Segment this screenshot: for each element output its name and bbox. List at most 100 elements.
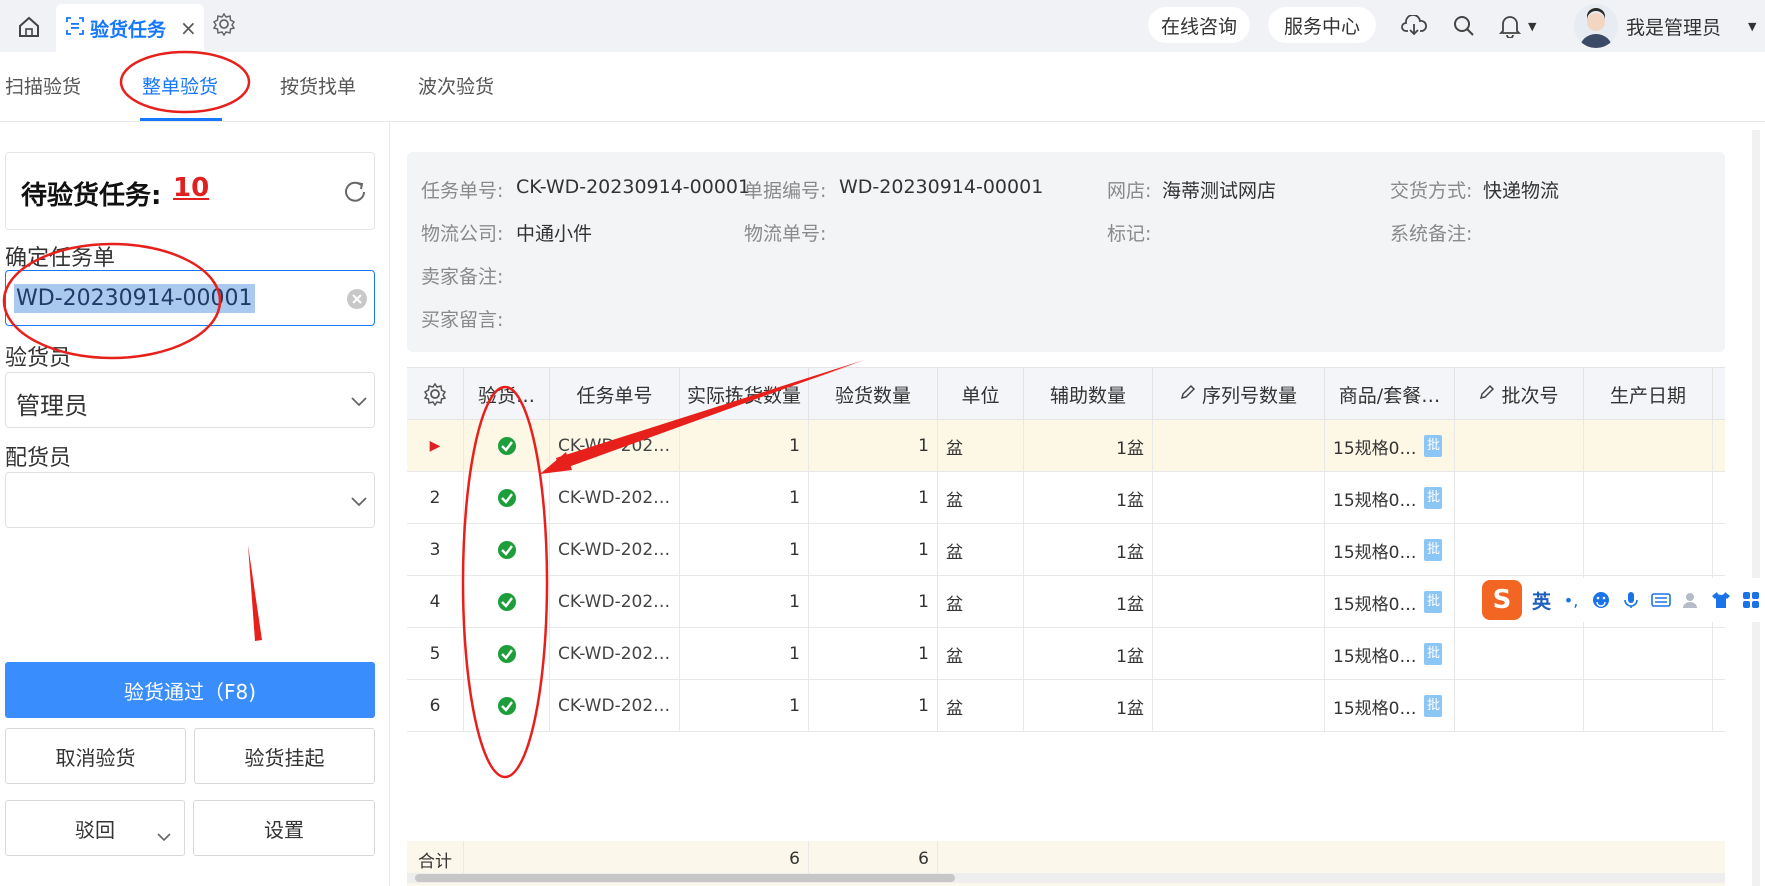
skin-icon[interactable]	[1711, 590, 1731, 610]
toolbox-icon[interactable]	[1741, 590, 1761, 610]
cell-serial-qty	[1153, 420, 1325, 472]
header-picked-qty[interactable]: 实际拣货数量	[680, 368, 809, 420]
cell-batch-no	[1455, 472, 1584, 524]
cell-unit: 盆	[938, 576, 1024, 628]
punctuation-icon[interactable]: •,	[1561, 590, 1581, 610]
table-row[interactable]: 2 CK-WD-202… 1 1 盆 1盆 15规格0… 批	[407, 472, 1725, 524]
header-batch-no[interactable]: 批次号	[1455, 368, 1584, 420]
suspend-inspection-button[interactable]: 验货挂起	[194, 728, 375, 784]
cell-task-no: CK-WD-202…	[550, 628, 680, 680]
product-name: 15规格0…	[1333, 646, 1417, 667]
cell-unit: 盆	[938, 524, 1024, 576]
refresh-icon[interactable]	[342, 179, 370, 207]
ime-language[interactable]: 英	[1532, 587, 1551, 614]
gear-icon[interactable]	[212, 12, 238, 38]
task-no-label: 任务单号:	[421, 180, 504, 202]
system-note-label: 系统备注:	[1390, 223, 1473, 245]
cell-batch-no	[1455, 524, 1584, 576]
user-menu-caret-icon[interactable]: ▼	[1748, 20, 1756, 33]
cloud-download-icon[interactable]	[1400, 12, 1428, 40]
task-number-value: WD-20230914-00001	[14, 283, 255, 313]
microphone-icon[interactable]	[1621, 590, 1641, 610]
scrollbar-thumb[interactable]	[415, 874, 955, 882]
cell-product: 15规格0… 批	[1325, 680, 1455, 732]
check-circle-icon	[464, 472, 550, 524]
tab-whole-order-inspection[interactable]: 整单验货	[142, 72, 218, 99]
user-toggle-icon[interactable]	[1681, 590, 1701, 610]
footer-checked-total: 6	[809, 841, 938, 877]
settings-button[interactable]: 设置	[193, 800, 375, 856]
bell-icon[interactable]	[1496, 12, 1524, 40]
table-row[interactable]: 3 CK-WD-202… 1 1 盆 1盆 15规格0… 批	[407, 524, 1725, 576]
header-product[interactable]: 商品/套餐…	[1325, 368, 1455, 420]
batch-badge[interactable]: 批	[1424, 643, 1443, 665]
cell-product: 15规格0… 批	[1325, 628, 1455, 680]
doc-no-label: 单据编号:	[744, 180, 827, 202]
row-index: 3	[407, 524, 464, 576]
online-consult-button[interactable]: 在线咨询	[1148, 7, 1250, 43]
cell-aux-qty: 1盆	[1024, 472, 1153, 524]
row-number: 5	[429, 644, 441, 664]
caret-down-icon[interactable]: ▼	[1528, 20, 1536, 33]
ime-logo[interactable]: S	[1482, 580, 1522, 620]
distributor-select[interactable]	[5, 472, 375, 528]
home-icon[interactable]	[12, 12, 46, 42]
cell-batch-no	[1455, 628, 1584, 680]
tab-scan-inspection[interactable]: 扫描验货	[5, 72, 81, 99]
cell-serial-qty	[1153, 524, 1325, 576]
header-aux-qty[interactable]: 辅助数量	[1024, 368, 1153, 420]
search-icon[interactable]	[1450, 12, 1478, 40]
inspection-pass-button[interactable]: 验货通过（F8)	[5, 662, 375, 718]
table-row[interactable]: ▶ CK-WD-202… 1 1 盆 1盆 15规格0… 批	[407, 420, 1725, 472]
table-row[interactable]: 5 CK-WD-202… 1 1 盆 1盆 15规格0… 批	[407, 628, 1725, 680]
header-checked-qty[interactable]: 验货数量	[809, 368, 938, 420]
header-unit[interactable]: 单位	[938, 368, 1024, 420]
cell-unit: 盆	[938, 680, 1024, 732]
cell-serial-qty	[1153, 472, 1325, 524]
column-settings-icon[interactable]	[407, 368, 464, 420]
goods-table: 验货… 任务单号 实际拣货数量 验货数量 单位 辅助数量 序列号数量 商品/套餐…	[407, 367, 1725, 886]
scan-icon	[66, 17, 84, 39]
tab-inspection-task[interactable]: 验货任务 ×	[56, 4, 204, 52]
cell-checked-qty: 1	[809, 472, 938, 524]
pending-tasks-count[interactable]: 10	[173, 173, 209, 203]
batch-badge[interactable]: 批	[1424, 591, 1443, 613]
clear-icon[interactable]	[346, 288, 368, 310]
cell-production-date	[1584, 420, 1713, 472]
batch-badge[interactable]: 批	[1424, 487, 1443, 509]
service-center-button[interactable]: 服务中心	[1268, 7, 1376, 43]
header-inspection-status[interactable]: 验货…	[464, 368, 550, 420]
cell-aux-qty: 1盆	[1024, 524, 1153, 576]
cell-product: 15规格0… 批	[1325, 472, 1455, 524]
emoji-icon[interactable]	[1591, 590, 1611, 610]
inspector-value: 管理员	[16, 392, 88, 420]
cell-aux-qty: 1盆	[1024, 576, 1153, 628]
reject-label: 驳回	[75, 817, 115, 842]
edit-icon	[1180, 383, 1196, 405]
batch-badge[interactable]: 批	[1424, 695, 1443, 717]
avatar[interactable]	[1574, 4, 1618, 48]
keyboard-icon[interactable]	[1651, 590, 1671, 610]
reject-dropdown-button[interactable]: 驳回	[5, 800, 185, 856]
mark-label: 标记:	[1107, 223, 1152, 245]
vertical-scrollbar[interactable]	[1752, 130, 1760, 886]
check-circle-icon	[464, 524, 550, 576]
footer-picked-total: 6	[680, 841, 809, 877]
tab-find-order-by-goods[interactable]: 按货找单	[280, 72, 356, 99]
horizontal-scrollbar[interactable]	[407, 873, 1725, 883]
close-icon[interactable]: ×	[180, 16, 197, 40]
batch-badge[interactable]: 批	[1424, 435, 1443, 457]
footer-total-label: 合计	[407, 841, 464, 877]
table-row[interactable]: 6 CK-WD-202… 1 1 盆 1盆 15规格0… 批	[407, 680, 1725, 732]
cancel-inspection-button[interactable]: 取消验货	[5, 728, 186, 784]
header-serial-qty[interactable]: 序列号数量	[1153, 368, 1325, 420]
task-number-input[interactable]: WD-20230914-00001	[5, 270, 375, 326]
batch-badge[interactable]: 批	[1424, 539, 1443, 561]
tab-wave-inspection[interactable]: 波次验货	[418, 72, 494, 99]
inspector-select[interactable]: 管理员	[5, 372, 375, 428]
header-production-date[interactable]: 生产日期	[1584, 368, 1713, 420]
user-name[interactable]: 我是管理员	[1626, 13, 1721, 40]
header-task-no[interactable]: 任务单号	[550, 368, 680, 420]
tab-title: 验货任务	[90, 18, 167, 41]
row-index: ▶	[407, 420, 464, 472]
